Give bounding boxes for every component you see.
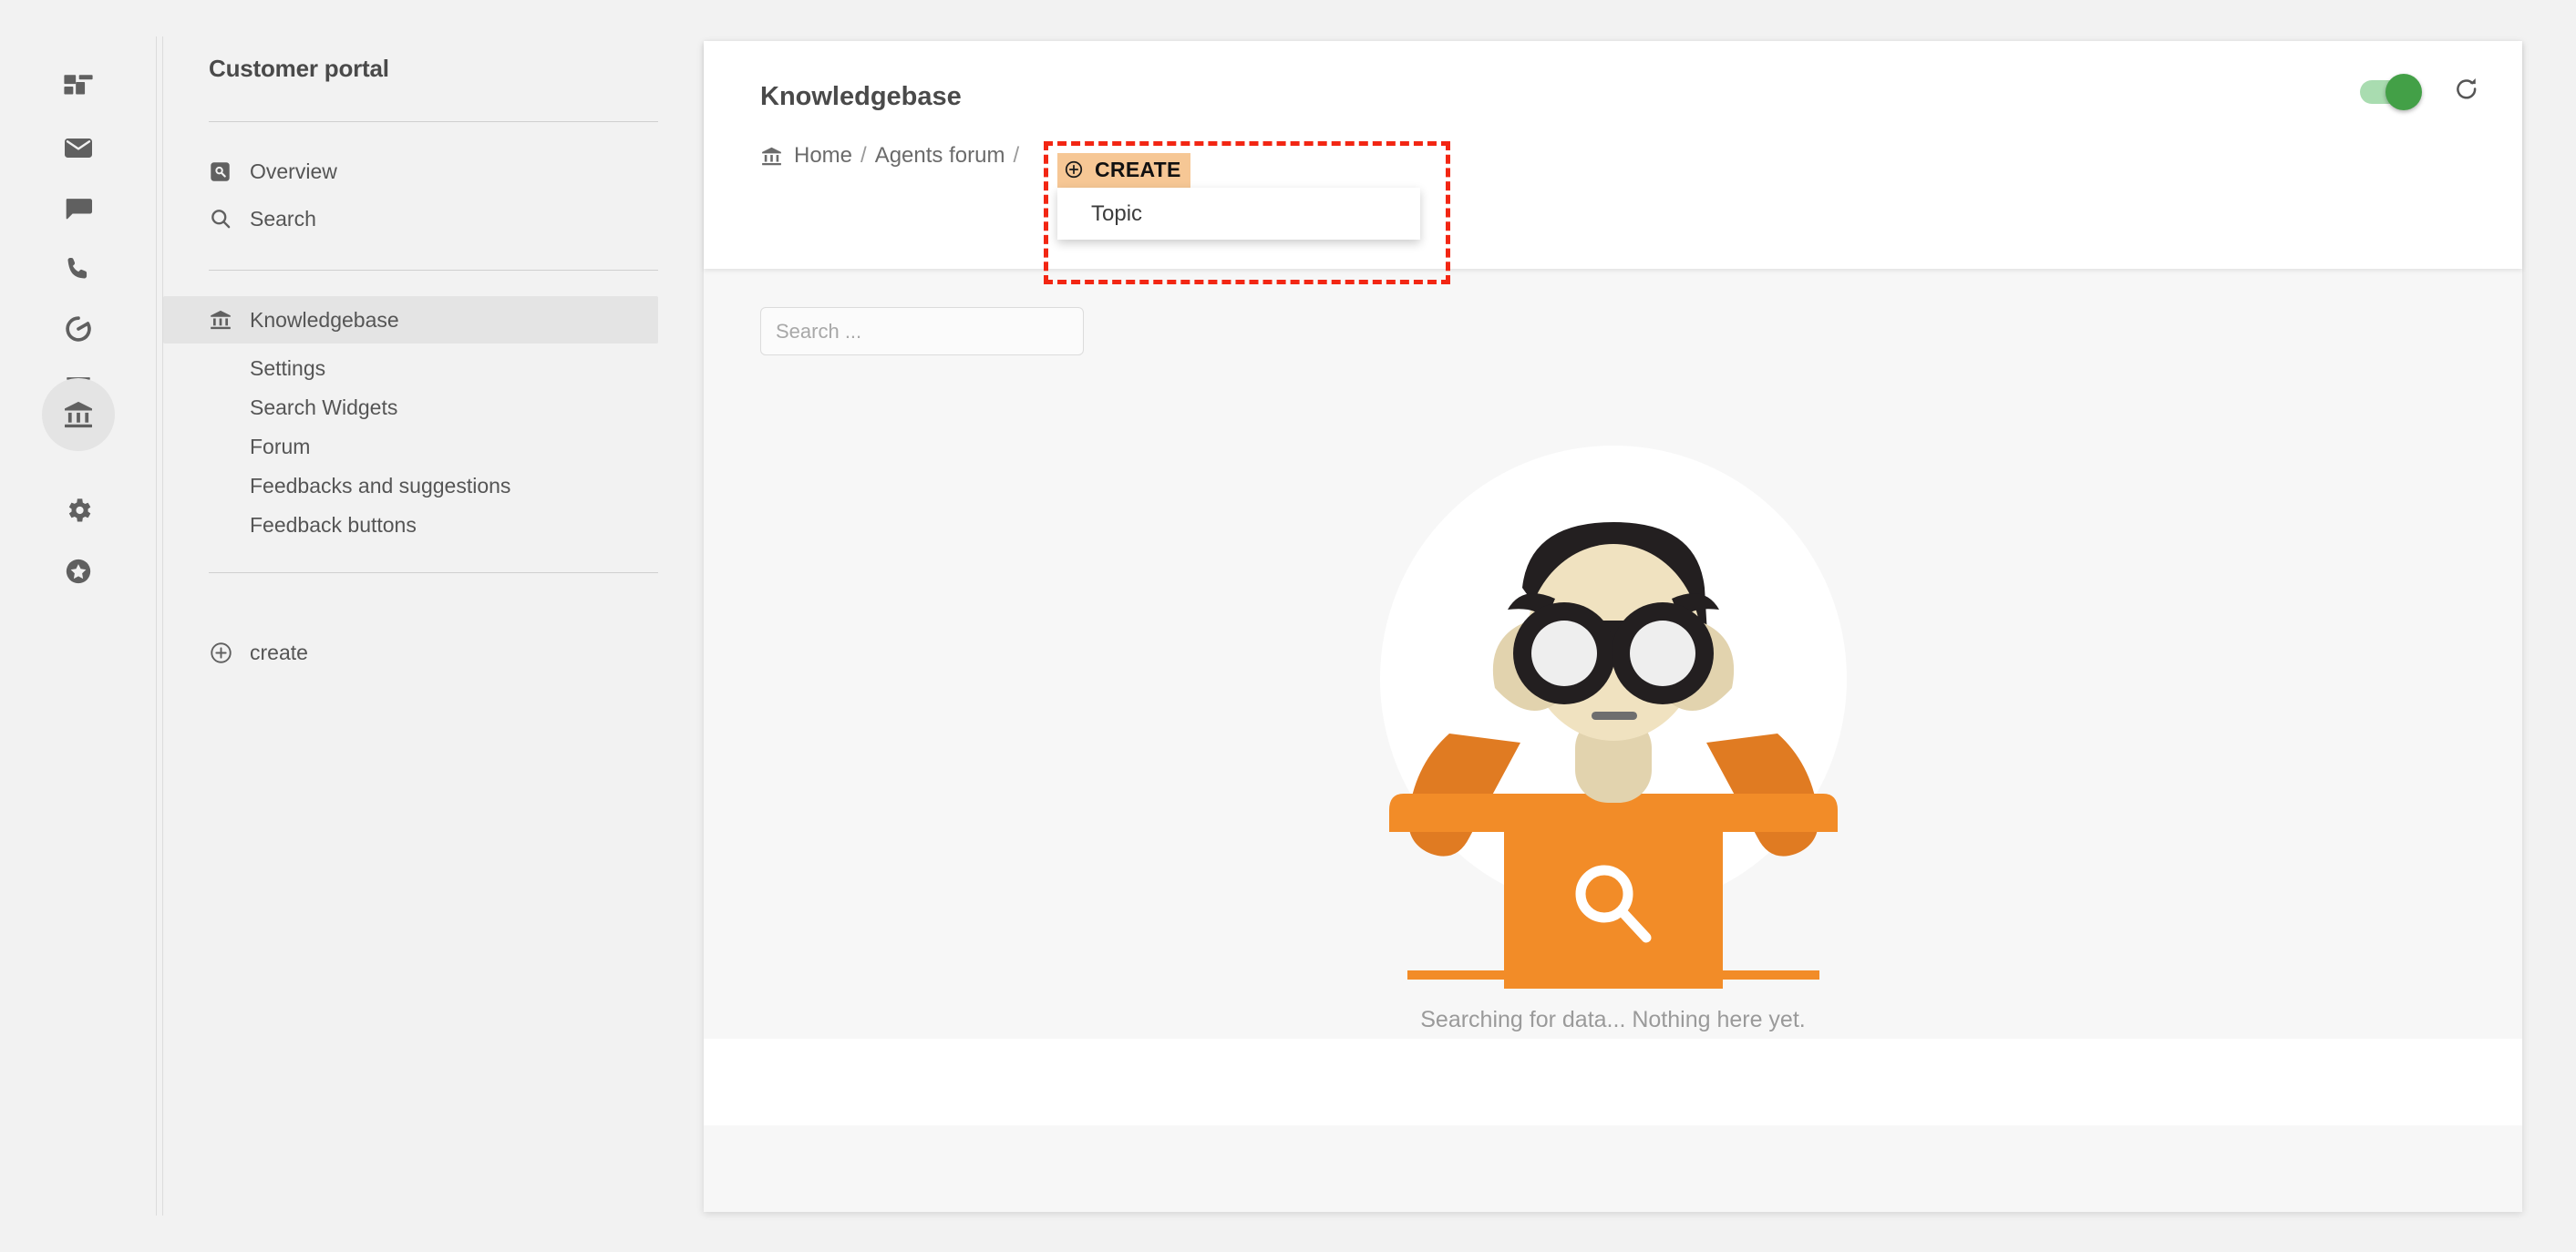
card-footer: [704, 1039, 2522, 1125]
breadcrumb-separator: /: [1013, 143, 1020, 168]
phone-icon: [63, 253, 94, 284]
donut-chart-icon: [63, 313, 94, 344]
sidebar-item-overview-label: Overview: [250, 159, 337, 183]
create-dropdown: CREATE Topic: [1057, 153, 1420, 240]
rail-item-knowledgebase[interactable]: [42, 378, 115, 451]
sidebar-subitem-settings[interactable]: Settings: [163, 349, 704, 388]
sidebar-item-overview[interactable]: Overview: [163, 148, 658, 195]
search-input[interactable]: [760, 307, 1084, 355]
card-header: Knowledgebase Home / Agents forum / CREA…: [704, 41, 2522, 284]
dashboard-icon: [63, 71, 94, 102]
sidebar-subnav: Settings Search Widgets Forum Feedbacks …: [163, 349, 704, 545]
sidebar-item-create-label: create: [250, 640, 308, 664]
sidebar-subitem-settings-label: Settings: [250, 356, 326, 380]
refresh-button[interactable]: [2453, 76, 2480, 108]
breadcrumb: Home / Agents forum /: [760, 138, 2522, 174]
visibility-toggle[interactable]: [2360, 73, 2422, 110]
bank-icon: [760, 145, 783, 168]
empty-state-message: Searching for data... Nothing here yet.: [1420, 1007, 1806, 1032]
bank-icon: [62, 398, 95, 431]
sidebar-subitem-feedback-buttons-label: Feedback buttons: [250, 513, 417, 537]
sidebar-item-knowledgebase[interactable]: Knowledgebase: [163, 296, 658, 344]
sidebar-subitem-forum-label: Forum: [250, 435, 311, 458]
create-button[interactable]: CREATE: [1057, 153, 1190, 188]
star-circle-icon: [63, 556, 94, 587]
rail-item-favorites[interactable]: [42, 535, 115, 608]
main-card: Knowledgebase Home / Agents forum / CREA…: [704, 41, 2522, 1212]
sidebar-subitem-forum[interactable]: Forum: [163, 427, 704, 467]
plus-circle-icon: [209, 641, 245, 665]
search-icon: [209, 207, 245, 231]
create-button-label: CREATE: [1095, 157, 1181, 181]
breadcrumb-item-agents-forum[interactable]: Agents forum: [875, 143, 1005, 169]
sidebar-nav-group-primary: Overview Search: [163, 122, 704, 242]
icon-rail: [0, 0, 163, 1252]
sidebar-divider-3: [209, 572, 658, 573]
sidebar-subitem-search-widgets-label: Search Widgets: [250, 395, 398, 419]
secondary-sidebar: Customer portal Overview Search Knowledg…: [163, 0, 704, 1252]
menu-item-topic[interactable]: Topic: [1057, 188, 1420, 240]
overview-icon: [209, 160, 245, 183]
sidebar-item-create[interactable]: create: [163, 629, 658, 676]
chat-icon: [63, 192, 94, 223]
sidebar-subitem-feedbacks-label: Feedbacks and suggestions: [250, 474, 511, 498]
header-controls: [2360, 73, 2480, 110]
page-title: Knowledgebase: [760, 82, 962, 111]
toggle-knob: [2385, 73, 2422, 110]
sidebar-item-search-label: Search: [250, 206, 316, 231]
plus-circle-icon: [1064, 159, 1084, 180]
gear-icon: [63, 495, 94, 526]
portal-title: Customer portal: [209, 55, 389, 82]
sidebar-item-search[interactable]: Search: [163, 195, 658, 242]
mail-icon: [62, 130, 95, 163]
empty-state: Searching for data... Nothing here yet.: [704, 405, 2522, 1033]
sidebar-create-group: create: [163, 603, 704, 676]
sidebar-item-knowledgebase-label: Knowledgebase: [250, 307, 399, 332]
create-menu: Topic: [1057, 188, 1420, 240]
sidebar-nav-group-knowledgebase: Knowledgebase Settings Search Widgets Fo…: [163, 271, 704, 545]
person-with-binoculars-illustration: [1379, 446, 1847, 989]
menu-item-topic-label: Topic: [1091, 200, 1143, 226]
breadcrumb-separator: /: [860, 143, 867, 168]
breadcrumb-item-home[interactable]: Home: [794, 143, 852, 169]
card-body: Searching for data... Nothing here yet.: [704, 269, 2522, 1125]
sidebar-subitem-search-widgets[interactable]: Search Widgets: [163, 388, 704, 427]
rail-divider-left: [156, 36, 157, 1216]
bank-icon: [209, 308, 245, 332]
refresh-icon: [2453, 76, 2480, 108]
sidebar-subitem-feedback-buttons[interactable]: Feedback buttons: [163, 506, 704, 545]
sidebar-subitem-feedbacks-and-suggestions[interactable]: Feedbacks and suggestions: [163, 467, 704, 506]
